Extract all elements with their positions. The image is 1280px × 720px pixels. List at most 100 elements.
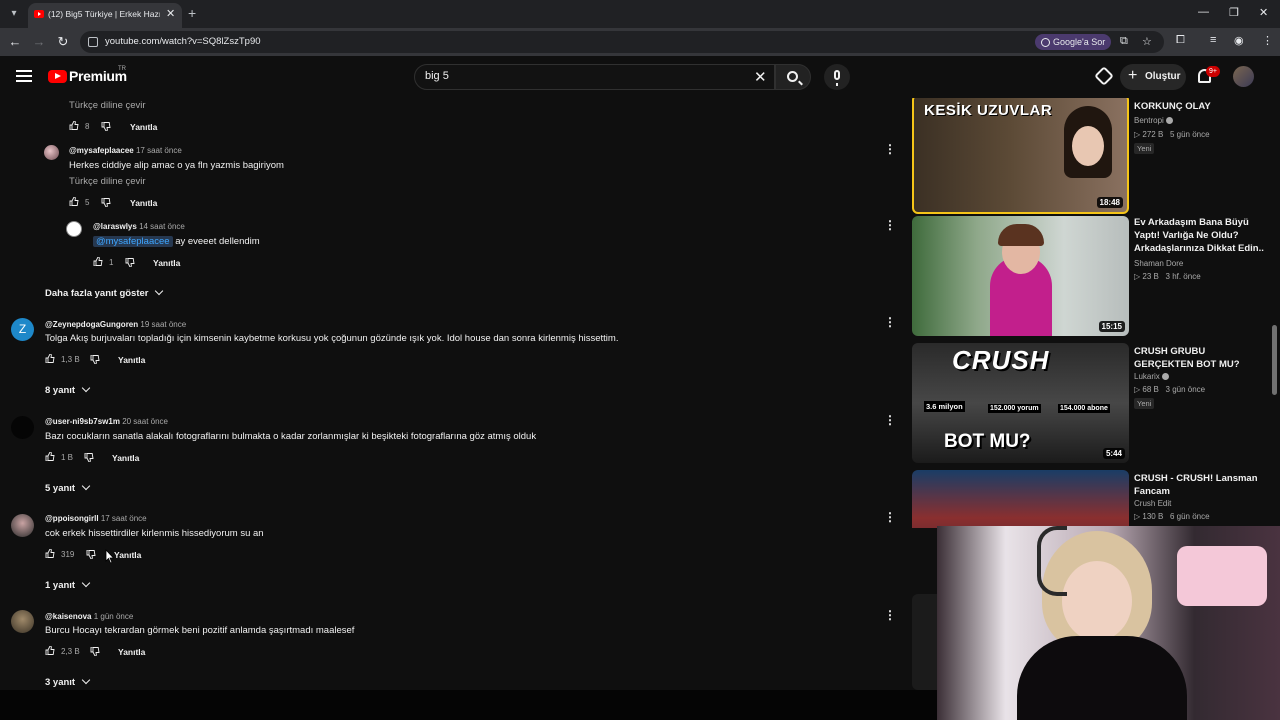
forward-icon[interactable]: → bbox=[31, 34, 47, 49]
dislike-icon[interactable] bbox=[84, 453, 94, 462]
voice-search-button[interactable] bbox=[824, 64, 850, 90]
thumbnail-stat: 3.6 milyon bbox=[924, 401, 965, 412]
video-thumbnail[interactable] bbox=[912, 470, 1129, 528]
video-title[interactable]: CRUSH - CRUSH! Lansman Fancam bbox=[1134, 472, 1264, 498]
avatar[interactable] bbox=[11, 514, 34, 537]
more-vert-icon[interactable]: ⋮ bbox=[884, 413, 896, 427]
related-video[interactable]: CRUSH 3.6 milyon 152.000 yorum 154.000 a… bbox=[912, 343, 1280, 465]
reply-button[interactable]: Yanıtla bbox=[118, 647, 145, 657]
avatar[interactable] bbox=[44, 145, 59, 160]
avatar[interactable] bbox=[11, 416, 34, 439]
search-button[interactable] bbox=[775, 64, 811, 90]
like-icon[interactable] bbox=[69, 197, 79, 206]
related-video[interactable]: KESİK UZUVLAR 18:48 KORKUNÇ OLAY Bentrop… bbox=[912, 98, 1280, 216]
like-icon[interactable] bbox=[45, 452, 55, 461]
dislike-icon[interactable] bbox=[101, 198, 111, 207]
minimize-icon[interactable]: — bbox=[1198, 6, 1209, 18]
more-vert-icon[interactable]: ⋮ bbox=[884, 608, 896, 622]
tab-close-icon[interactable]: ✕ bbox=[166, 7, 175, 20]
dislike-icon[interactable] bbox=[101, 122, 111, 131]
channel-name[interactable]: Shaman Dore bbox=[1134, 259, 1183, 268]
site-info-icon[interactable] bbox=[88, 37, 98, 47]
more-vert-icon[interactable]: ⋮ bbox=[884, 218, 896, 232]
search-box[interactable]: ✕ bbox=[414, 64, 775, 90]
reply-button[interactable]: Yanıtla bbox=[114, 550, 141, 560]
video-thumbnail[interactable]: KESİK UZUVLAR 18:48 bbox=[912, 98, 1129, 214]
replies-toggle-button[interactable]: 5 yanıt bbox=[45, 481, 91, 494]
comment-author[interactable]: @laraswlys 14 saat önce bbox=[93, 222, 185, 231]
like-icon[interactable] bbox=[93, 257, 103, 266]
video-thumbnail[interactable]: CRUSH 3.6 milyon 152.000 yorum 154.000 a… bbox=[912, 343, 1129, 463]
reply-button[interactable]: Yanıtla bbox=[153, 258, 180, 268]
comment-author[interactable]: @ppoisongirll 17 saat önce bbox=[45, 514, 147, 523]
extensions-icon[interactable]: ⧠ bbox=[1176, 34, 1185, 47]
related-video[interactable]: 15:15 Ev Arkadaşım Bana Büyü Yaptı! Varl… bbox=[912, 216, 1280, 338]
thumbnail-stat: 154.000 abone bbox=[1058, 404, 1110, 413]
url-text: youtube.com/watch?v=SQ8lZszTp90 bbox=[105, 36, 261, 47]
browser-menu-icon[interactable]: ⋮ bbox=[1262, 34, 1273, 47]
dislike-icon[interactable] bbox=[125, 258, 135, 267]
dislike-icon[interactable] bbox=[90, 647, 100, 656]
youtube-header: Premium TR ✕ + Oluştur 9+ bbox=[0, 56, 1280, 98]
window-close-icon[interactable]: ✕ bbox=[1259, 6, 1268, 19]
new-tab-icon[interactable]: + bbox=[188, 5, 196, 21]
translate-link[interactable]: Türkçe diline çevir bbox=[69, 100, 146, 111]
reply-button[interactable]: Yanıtla bbox=[118, 355, 145, 365]
mention-link[interactable]: @mysafeplaacee bbox=[93, 236, 173, 247]
ai-assist-icon[interactable] bbox=[1094, 66, 1114, 86]
like-icon[interactable] bbox=[45, 646, 55, 655]
reload-icon[interactable]: ↻ bbox=[55, 34, 71, 50]
profile-icon[interactable]: ◉ bbox=[1234, 34, 1244, 47]
like-icon[interactable] bbox=[45, 549, 55, 558]
video-title[interactable]: KORKUNÇ OLAY bbox=[1134, 100, 1264, 113]
more-vert-icon[interactable]: ⋮ bbox=[884, 142, 896, 156]
video-title[interactable]: CRUSH GRUBU GERÇEKTEN BOT MU? bbox=[1134, 345, 1264, 371]
replies-toggle-button[interactable]: 8 yanıt bbox=[45, 383, 91, 396]
translate-link[interactable]: Türkçe diline çevir bbox=[69, 176, 146, 187]
replies-toggle-button[interactable]: 1 yanıt bbox=[45, 578, 91, 591]
related-video[interactable]: CRUSH - CRUSH! Lansman Fancam Crush Edit… bbox=[912, 470, 1280, 528]
reply-button[interactable]: Yanıtla bbox=[130, 122, 157, 132]
avatar[interactable] bbox=[66, 221, 82, 237]
video-title[interactable]: Ev Arkadaşım Bana Büyü Yaptı! Varlığa Ne… bbox=[1134, 216, 1264, 255]
media-icon[interactable]: ≡ bbox=[1210, 34, 1216, 46]
thumbnail-text: CRUSH bbox=[952, 345, 1050, 375]
avatar[interactable] bbox=[11, 610, 34, 633]
more-vert-icon[interactable]: ⋮ bbox=[884, 510, 896, 524]
google-sor-button[interactable]: Google'a Sor bbox=[1035, 34, 1112, 50]
avatar[interactable]: Z bbox=[11, 318, 34, 341]
bookmark-star-icon[interactable]: ☆ bbox=[1142, 35, 1152, 48]
browser-tab[interactable]: (12) Big5 Türkiye | Erkek Hazırlık ✕ bbox=[28, 3, 182, 28]
address-bar[interactable]: youtube.com/watch?v=SQ8lZszTp90 Google'a… bbox=[80, 31, 1164, 53]
maximize-icon[interactable]: ❐ bbox=[1229, 6, 1239, 19]
menu-icon[interactable] bbox=[16, 70, 32, 82]
channel-name[interactable]: Crush Edit bbox=[1134, 499, 1171, 508]
more-vert-icon[interactable]: ⋮ bbox=[884, 315, 896, 329]
dislike-icon[interactable] bbox=[86, 550, 96, 559]
video-duration: 15:15 bbox=[1098, 321, 1125, 332]
comment-author[interactable]: @user-ni9sb7sw1m 20 saat önce bbox=[45, 417, 168, 426]
reply-button[interactable]: Yanıtla bbox=[112, 453, 139, 463]
avatar[interactable] bbox=[1233, 66, 1254, 87]
browser-tabbar: ▾ (12) Big5 Türkiye | Erkek Hazırlık ✕ +… bbox=[0, 0, 1280, 28]
create-button[interactable]: + Oluştur bbox=[1120, 64, 1186, 90]
video-thumbnail[interactable]: 15:15 bbox=[912, 216, 1129, 336]
channel-name[interactable]: Bentropi bbox=[1134, 116, 1173, 125]
dislike-icon[interactable] bbox=[90, 355, 100, 364]
like-icon[interactable] bbox=[45, 354, 55, 363]
tab-search-icon[interactable]: ▾ bbox=[6, 6, 22, 22]
page-scrollbar[interactable] bbox=[1272, 325, 1277, 395]
show-more-replies-button[interactable]: Daha fazla yanıt göster bbox=[45, 286, 164, 299]
replies-toggle-button[interactable]: 3 yanıt bbox=[45, 675, 91, 688]
reply-button[interactable]: Yanıtla bbox=[130, 198, 157, 208]
channel-name[interactable]: Lukarix bbox=[1134, 372, 1169, 381]
back-icon[interactable]: ← bbox=[7, 34, 23, 49]
clear-search-icon[interactable]: ✕ bbox=[754, 68, 767, 86]
cast-icon[interactable]: ⧉ bbox=[1120, 35, 1128, 48]
youtube-logo-icon[interactable] bbox=[48, 70, 67, 83]
comment-author[interactable]: @ZeynepdogaGungoren 19 saat önce bbox=[45, 320, 186, 329]
comment-author[interactable]: @mysafeplaacee 17 saat önce bbox=[69, 146, 182, 155]
like-icon[interactable] bbox=[69, 121, 79, 130]
comment-author[interactable]: @kaisenova 1 gün önce bbox=[45, 612, 133, 621]
search-input[interactable] bbox=[425, 70, 745, 82]
